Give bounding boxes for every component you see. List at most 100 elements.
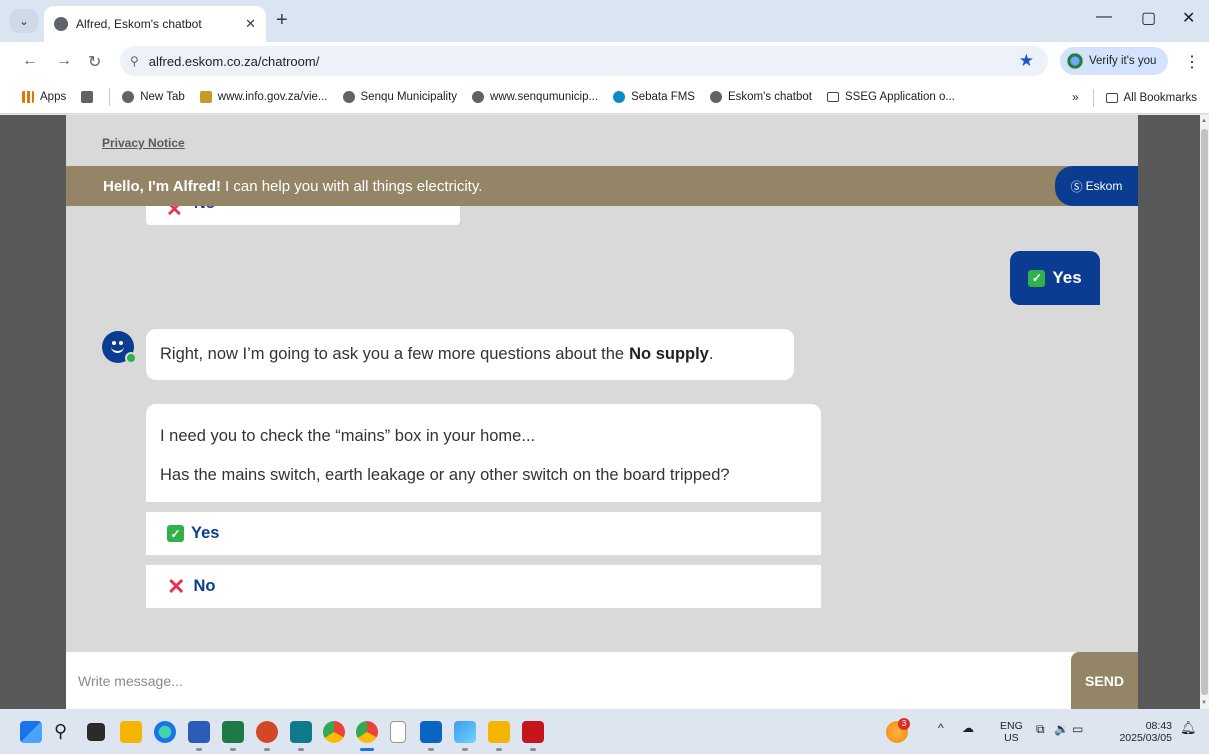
clock[interactable]: 08:43 2025/03/05 [1100,720,1172,744]
running-indicator [298,748,304,751]
new-tab-button[interactable]: + [276,10,288,30]
close-window-button[interactable]: ✕ [1182,8,1195,28]
network-icon[interactable]: ⧉ [1036,723,1045,735]
page-scrollbar[interactable]: ▲ ▼ [1200,115,1209,709]
powerpoint-icon[interactable] [256,721,278,743]
message-composer: SEND [66,652,1138,709]
question-card: I need you to check the “mains” box in y… [146,404,821,502]
chrome-active-icon[interactable] [356,721,378,743]
globe-icon [122,90,135,103]
tab-strip: ⌄ Alfred, Eskom's chatbot ✕ + — ▢ ✕ [0,0,1209,42]
banner-greeting: Hello, I'm Alfred! [103,177,222,195]
excel-icon[interactable] [222,721,244,743]
site-info-icon[interactable]: ⚲ [130,54,139,68]
chevron-up-icon[interactable]: ^ [938,722,944,734]
all-bookmarks-button[interactable]: All Bookmarks [1105,92,1197,104]
sebata-icon [613,90,626,103]
running-indicator [264,748,270,751]
restore-button[interactable]: ▢ [1141,8,1156,28]
globe-icon [54,17,68,31]
browser-tab[interactable]: Alfred, Eskom's chatbot ✕ [44,6,266,42]
message-input[interactable] [66,652,1070,709]
bookmarks-bar: Apps New Tab www.info.gov.za/vie... Senq… [0,80,1209,114]
verify-label: Verify it's you [1089,55,1157,67]
eskom-logo: Ⓢ Eskom [1055,166,1138,206]
more-menu-icon[interactable]: ⋮ [1184,52,1200,72]
forward-button[interactable]: → [56,52,72,70]
checkmark-icon: ✓ [1028,269,1046,287]
running-indicator [530,748,536,751]
onedrive-icon[interactable]: ☁ [962,722,974,734]
bookmark-eskom-chatbot[interactable]: Eskom's chatbot [709,90,812,103]
tab-groups-icon [81,90,94,103]
chevron-down-icon: ⌄ [19,15,29,28]
profile-avatar [1066,52,1084,70]
scroll-down-icon[interactable]: ▼ [1201,700,1207,706]
bookmark-new-tab[interactable]: New Tab [122,90,185,103]
option-no-button[interactable]: ✕ No [146,565,821,608]
user-reply-text: Yes [1052,268,1082,287]
word-icon[interactable] [188,721,210,743]
notification-badge: 3 [898,718,910,730]
back-button[interactable]: ← [22,52,38,70]
close-tab-icon[interactable]: ✕ [245,16,256,32]
folder-icon [1105,93,1118,103]
bookmark-senqu-municipality[interactable]: Senqu Municipality [342,90,457,103]
cross-icon: ✕ [167,573,186,599]
bot-message-suffix: . [708,345,714,363]
divider [1092,89,1094,107]
bot-message-bold: No supply [629,345,709,363]
acrobat-icon[interactable] [522,721,544,743]
send-button[interactable]: SEND [1071,652,1138,709]
chat-header-banner: Hello, I'm Alfred! I can help you with a… [66,166,1138,206]
chat-window: Privacy Notice ✕ No Hello, I'm Alfred! I… [66,115,1138,709]
battery-icon[interactable]: ▭ [1072,723,1083,735]
avatar-eye [112,341,116,345]
language-indicator[interactable]: ENG US [1000,720,1023,744]
windows-taskbar: ⚲ 3 ^ ☁ ENG US ⧉ 🔉 ▭ 08:43 2025/03/05 🔔︎ [0,709,1209,754]
task-view-icon[interactable] [87,723,105,741]
apps-icon [22,90,34,103]
scroll-up-icon[interactable]: ▲ [1201,118,1207,124]
eskom-logo-icon: Ⓢ [1070,179,1083,194]
reload-button[interactable]: ↻ [88,52,101,72]
browser-toolbar: ← → ↻ ⚲ alfred.eskom.co.za/chatroom/ ★ V… [0,42,1209,80]
running-indicator [428,748,434,751]
running-indicator [462,748,468,751]
folder-icon [827,91,839,102]
minimize-button[interactable]: — [1096,8,1112,26]
bookmarks-overflow-button[interactable]: » [1072,92,1078,104]
tab-groups-button[interactable] [81,90,99,103]
running-indicator [230,748,236,751]
privacy-notice-link[interactable]: Privacy Notice [102,136,185,150]
bookmark-star-icon[interactable]: ★ [1019,51,1034,71]
globe-icon [342,90,355,103]
bookmark-senqumunicip[interactable]: www.senqumunicip... [472,90,598,103]
banner-text: I can help you with all things electrici… [225,177,483,195]
bookmark-apps[interactable]: Apps [22,90,66,103]
avatar-eye [119,341,123,345]
publisher-icon[interactable] [290,721,312,743]
address-bar[interactable]: ⚲ alfred.eskom.co.za/chatroom/ ★ [120,46,1048,76]
chrome-icon[interactable] [323,721,345,743]
volume-icon[interactable]: 🔉 [1054,723,1069,735]
search-icon[interactable]: ⚲ [54,721,76,743]
edge-icon[interactable] [154,721,176,743]
url-text: alfred.eskom.co.za/chatroom/ [148,53,320,69]
file-explorer-icon[interactable] [120,721,142,743]
bookmark-info-gov[interactable]: www.info.gov.za/vie... [199,90,328,103]
tab-search-button[interactable]: ⌄ [10,9,38,33]
running-indicator [496,748,502,751]
option-no-label: No [193,577,216,595]
option-yes-button[interactable]: ✓ Yes [146,512,821,555]
notepad-icon[interactable] [390,721,406,743]
bookmark-sebata-fms[interactable]: Sebata FMS [613,90,695,103]
outlook-icon[interactable] [420,721,442,743]
verify-profile-button[interactable]: Verify it's you [1060,47,1168,75]
bookmark-sseg-application[interactable]: SSEG Application o... [827,91,955,103]
photos-icon[interactable] [454,721,476,743]
scrollbar-thumb[interactable] [1201,129,1208,695]
notifications-bell-icon[interactable]: 🔔︎ [1180,721,1197,734]
folder-icon[interactable] [488,721,510,743]
start-icon[interactable] [20,721,42,743]
